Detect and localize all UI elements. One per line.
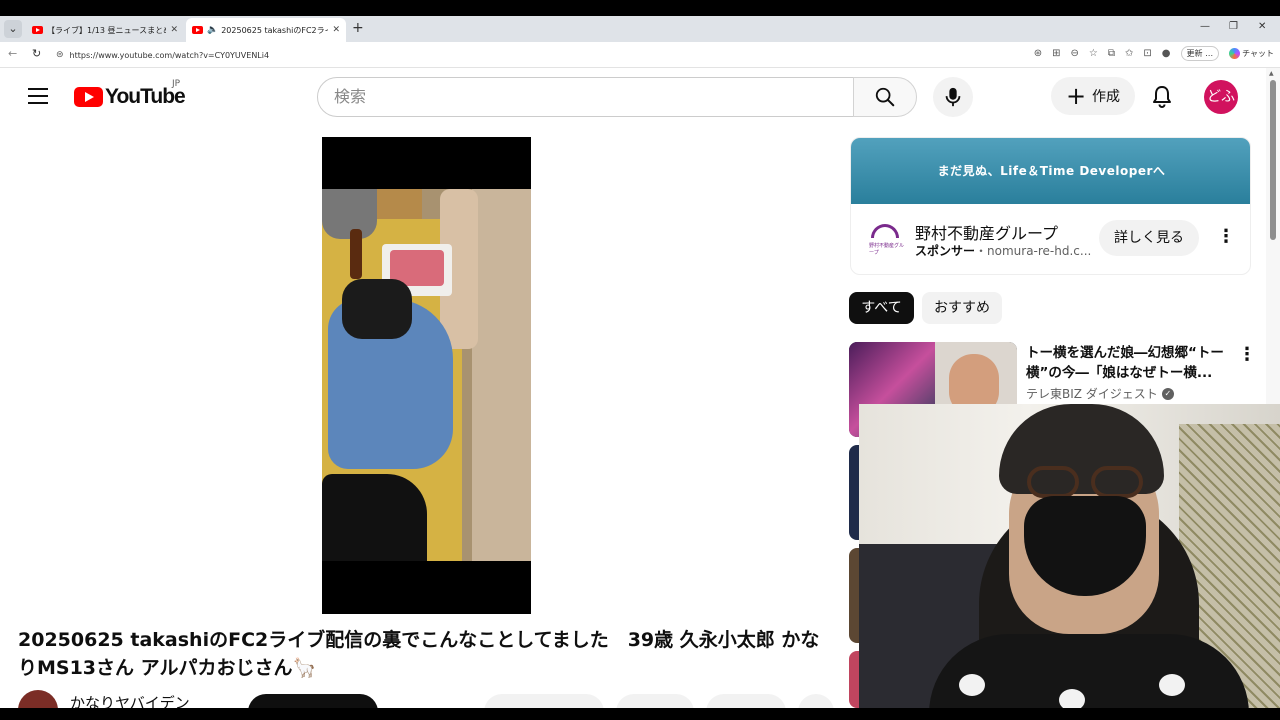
create-label: 作成: [1092, 89, 1121, 105]
webcam-paw-print: [959, 674, 985, 696]
recommendation-channel-name: テレ東BIZ ダイジェスト: [1026, 387, 1158, 401]
sponsored-ad-card[interactable]: まだ見ぬ、Life＆Time Developerへ 野村不動産グループ 野村不動…: [850, 137, 1251, 275]
window-close-icon[interactable]: ✕: [1258, 21, 1266, 32]
subscribe-button[interactable]: [248, 694, 378, 708]
ad-domain: ・nomura-re-hd.c...: [975, 244, 1092, 258]
extensions-icon[interactable]: ⧉: [1108, 48, 1115, 59]
browser-tab-video[interactable]: 🔈 20250625 takashiのFC2ライブ配信 ✕: [186, 18, 346, 42]
chip-recommended[interactable]: おすすめ: [922, 292, 1002, 324]
advertiser-logo: 野村不動産グループ: [869, 222, 904, 256]
video-frame: [322, 189, 531, 561]
owner-row: かなりヤバイデン: [18, 688, 838, 708]
plus-icon: +: [1065, 82, 1087, 110]
ad-banner[interactable]: まだ見ぬ、Life＆Time Developerへ: [851, 138, 1250, 204]
more-actions-button[interactable]: [798, 694, 834, 708]
letterbox-top: [0, 0, 1280, 16]
browser-toolbar: ⊛ ⊞ ⊖ ☆ ⧉ ✩ ⊡ ● 更新 … チャット: [1034, 46, 1274, 61]
profile-icon[interactable]: ●: [1162, 48, 1171, 59]
chat-label: チャット: [1242, 49, 1274, 58]
notifications-bell-icon[interactable]: [1150, 84, 1174, 110]
voice-search-button[interactable]: [933, 77, 973, 117]
chip-all[interactable]: すべて: [849, 292, 914, 324]
sponsor-label: スポンサー: [915, 244, 976, 258]
webcam-overlay: [859, 404, 1280, 720]
browser-tab-news[interactable]: 【ライブ】1/13 昼ニュースまとめ 最新情報 ✕: [26, 18, 184, 42]
youtube-favicon-icon: [192, 26, 203, 34]
recommendation-more-icon[interactable]: ⋮: [1238, 344, 1256, 365]
favorite-star-icon[interactable]: ☆: [1089, 48, 1098, 59]
address-bar-row: ← ↻ ⊜ https://www.youtube.com/watch?v=CY…: [0, 42, 1280, 68]
browser-tab-strip: ⌄ 【ライブ】1/13 昼ニュースまとめ 最新情報 ✕ 🔈 20250625 t…: [0, 16, 1280, 42]
logo-caption: 野村不動産グループ: [869, 243, 905, 256]
create-button[interactable]: + 作成: [1051, 77, 1135, 115]
reload-icon[interactable]: ↻: [32, 47, 41, 60]
share-button[interactable]: [616, 694, 694, 708]
minimize-icon[interactable]: —: [1200, 21, 1210, 32]
youtube-masthead: YouTube JP 検索 + 作成 どふ: [0, 68, 1266, 126]
menu-hamburger-icon[interactable]: [28, 88, 48, 104]
verified-check-icon: ✓: [1161, 387, 1174, 400]
collections-icon[interactable]: ⊡: [1143, 48, 1151, 59]
recommendation-channel[interactable]: テレ東BIZ ダイジェスト ✓: [1026, 385, 1174, 402]
youtube-favicon-icon: [32, 26, 43, 34]
search-input[interactable]: 検索: [317, 77, 854, 117]
webcam-glasses: [1027, 466, 1147, 500]
search-button[interactable]: [853, 77, 917, 117]
webcam-paw-print: [1159, 674, 1185, 696]
update-button[interactable]: 更新 …: [1180, 46, 1220, 61]
nomura-logo-icon: [871, 224, 899, 238]
ad-sponsor-line: スポンサー・nomura-re-hd.c...: [915, 242, 1091, 259]
video-player[interactable]: [322, 137, 531, 614]
back-arrow-icon[interactable]: ←: [8, 47, 17, 60]
video-scene-black-cloth: [342, 279, 412, 339]
save-button[interactable]: [706, 694, 786, 708]
tab-close-icon[interactable]: ✕: [332, 25, 340, 35]
video-scene-black-cloth-2: [322, 474, 427, 561]
tab-label: 【ライブ】1/13 昼ニュースまとめ 最新情報: [47, 25, 167, 35]
speaker-icon[interactable]: 🔈: [207, 25, 218, 35]
youtube-play-logo-icon: [74, 87, 103, 107]
youtube-logo[interactable]: YouTube JP: [74, 79, 186, 109]
microphone-icon: [945, 87, 961, 107]
letterbox-bottom: [0, 708, 1280, 720]
channel-avatar[interactable]: [18, 690, 58, 708]
tab-list-chevron-icon[interactable]: ⌄: [4, 20, 22, 38]
scroll-up-arrow-icon[interactable]: ▲: [1269, 70, 1274, 77]
ad-more-options-icon[interactable]: ⋮: [1217, 226, 1235, 247]
site-info-icon[interactable]: ⊜: [56, 50, 64, 60]
zoom-icon[interactable]: ⊖: [1071, 48, 1079, 59]
favorites-list-icon[interactable]: ✩: [1125, 48, 1133, 59]
account-avatar[interactable]: どふ: [1204, 80, 1238, 114]
learn-more-button[interactable]: 詳しく見る: [1099, 220, 1199, 256]
new-tab-plus-icon[interactable]: +: [352, 20, 364, 36]
region-code: JP: [172, 79, 181, 89]
ad-title[interactable]: 野村不動産グループ: [915, 220, 1058, 244]
reader-icon[interactable]: ⊞: [1052, 48, 1060, 59]
tab-label: 20250625 takashiのFC2ライブ配信: [221, 25, 328, 35]
like-dislike-button[interactable]: [484, 694, 604, 708]
translate-icon[interactable]: ⊛: [1034, 48, 1042, 59]
copilot-chat-button[interactable]: チャット: [1229, 48, 1274, 59]
channel-name[interactable]: かなりヤバイデン: [70, 692, 190, 708]
video-title: 20250625 takashiのFC2ライブ配信の裏でこんなことしてました 3…: [18, 629, 820, 679]
recommendation-title[interactable]: トー横を選んだ娘―幻想郷“トー横”の今―「娘はなぜトー横...: [1026, 343, 1234, 383]
video-scene-wall: [472, 189, 531, 561]
restore-icon[interactable]: ❐: [1229, 21, 1238, 32]
copilot-icon: [1229, 48, 1241, 59]
tab-close-icon[interactable]: ✕: [170, 25, 178, 35]
search-icon: [875, 87, 895, 107]
video-scene-bottle: [350, 229, 362, 279]
scrollbar-thumb[interactable]: [1270, 80, 1276, 240]
screen: ⌄ 【ライブ】1/13 昼ニュースまとめ 最新情報 ✕ 🔈 20250625 t…: [0, 0, 1280, 720]
url-text: https://www.youtube.com/watch?v=CY0YUVEN…: [69, 50, 270, 60]
